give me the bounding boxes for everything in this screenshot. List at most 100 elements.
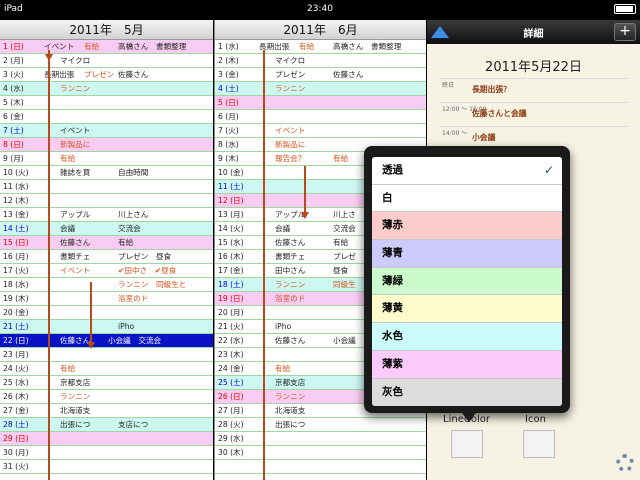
event-text[interactable]: 佐藤さん [60,334,90,347]
event-text[interactable]: 高橋さん 書類整理 [333,40,401,53]
day-row[interactable]: 12 (木) [0,194,213,208]
event-text[interactable]: 有給 [275,362,290,375]
event-text[interactable]: 会議 [60,222,75,235]
event-text[interactable]: 交流会 [333,222,356,235]
event-text[interactable]: 新製品に [60,138,90,151]
event-text[interactable]: 佐藤さん [275,236,305,249]
event-text[interactable]: 佐藤さん [275,334,305,347]
day-row[interactable]: 29 (水) [215,432,426,446]
day-row[interactable]: 21 (土) iPho [0,320,213,334]
event-text[interactable]: 自由時間 [118,166,148,179]
gear-icon[interactable] [616,454,634,472]
event-text[interactable]: 交流会 [118,222,141,235]
event-text[interactable]: 昼食 [333,264,348,277]
event-text[interactable]: 高橋さん 書類整理 [118,40,186,53]
day-row[interactable]: 5 (日) [215,96,426,110]
event-text[interactable]: ランニン [60,390,90,403]
event-text[interactable]: ✔田中さ ✔昼食 [118,264,176,277]
day-row[interactable]: 10 (火) 雑誌を買 自由時間 [0,166,213,180]
event-text[interactable]: 有給 [333,152,348,165]
day-row[interactable]: 30 (月) [0,446,213,460]
day-row[interactable]: 8 (日) 新製品に [0,138,213,152]
day-row[interactable]: 4 (土) ランニン [215,82,426,96]
day-row[interactable]: 29 (日) [0,432,213,446]
event-text[interactable]: 京都支店 [275,376,305,389]
day-row[interactable]: 2 (木) マイクロ [215,54,426,68]
event-text[interactable]: イベント [60,124,90,137]
day-row[interactable]: 1 (水) 長期出張 有給 高橋さん 書類整理 [215,40,426,54]
event-text[interactable]: 佐藤さん [333,68,363,81]
day-row[interactable]: 20 (金) [0,306,213,320]
event-text[interactable]: 支店につ [118,418,148,431]
event-text[interactable]: ランニン [275,82,305,95]
day-row[interactable]: 6 (金) [0,110,213,124]
color-option[interactable]: 透過 ✓ [372,157,562,185]
event-text[interactable]: 田中さん [275,264,305,277]
month-column-may[interactable]: 2011年 5月 1 (日) イベント 有給 高橋さん 書類整理 2 (月) マイクロ 3 … [0,20,213,480]
day-row[interactable]: 7 (火) イベント [215,124,426,138]
event-text[interactable]: 有給 [84,40,99,53]
event-text[interactable]: 浴室のド [275,292,305,305]
day-row[interactable]: 23 (月) [0,348,213,362]
color-option[interactable]: 水色 [372,323,562,351]
event-text[interactable]: 北海道支 [275,404,305,417]
day-row[interactable]: 13 (金) アップル 川上さん [0,208,213,222]
day-row[interactable]: 30 (木) [215,446,426,460]
day-row[interactable]: 25 (水) 京都支店 [0,376,213,390]
event-text[interactable]: 有給 [333,236,348,249]
day-row[interactable]: 9 (月) 有給 [0,152,213,166]
event-text[interactable]: iPho [118,320,134,333]
day-row[interactable]: 28 (土) 出張につ 支店につ [0,418,213,432]
event-text[interactable]: プレゼン [275,68,305,81]
add-button[interactable]: + [614,23,636,41]
event-text[interactable]: 京都支店 [60,376,90,389]
event-text[interactable]: 小会議 交流会 [108,334,161,347]
day-row[interactable]: 31 (火) [0,460,213,474]
event-text[interactable]: 北海道支 [60,404,90,417]
event-text[interactable]: 出張につ [275,418,305,431]
day-row[interactable]: 18 (水) ランニン 同級生と [0,278,213,292]
day-row[interactable]: 17 (火) イベント ✔田中さ ✔昼食 [0,264,213,278]
color-option[interactable]: 白 [372,184,562,213]
event-text[interactable]: 有給 [60,152,75,165]
day-row[interactable]: 3 (金) プレゼン 佐藤さん [215,68,426,82]
event-text[interactable]: 会議 [275,222,290,235]
day-row[interactable]: 4 (水) ランニン [0,82,213,96]
event-text[interactable]: プレゼ [333,250,356,263]
event-text[interactable]: 出張につ [60,418,90,431]
event-text[interactable]: 有給 [299,40,314,53]
event-text[interactable]: 書類チェ [275,250,305,263]
day-row[interactable]: 27 (金) 北海道支 [0,404,213,418]
day-row[interactable]: 16 (月) 書類チェ プレゼン 昼食 [0,250,213,264]
color-option[interactable]: 薄緑 [372,267,562,296]
day-row[interactable]: 28 (火) 出張につ [215,418,426,432]
event-text[interactable]: ランニン [275,278,305,291]
color-option[interactable]: 灰色 [372,378,562,406]
event-text[interactable]: マイクロ [275,54,305,67]
color-option[interactable]: 薄青 [372,240,562,268]
event-text[interactable]: 雑誌を買 [60,166,90,179]
day-row[interactable]: 26 (木) ランニン [0,390,213,404]
event-text[interactable]: 書類チェ [60,250,90,263]
event-text[interactable]: 佐藤さん [60,236,90,249]
event-text[interactable]: 新製品に [275,138,305,151]
event-text[interactable]: 川上さん [118,208,148,221]
event-text[interactable]: 浴室のド [118,292,148,305]
event-text[interactable]: ランニン [60,82,90,95]
day-row[interactable]: 3 (火) 長期出張 プレゼン 佐藤さん [0,68,213,82]
day-row[interactable]: 19 (木) 浴室のド [0,292,213,306]
icon-swatch[interactable] [523,430,555,458]
event-text[interactable]: プレゼン [84,68,114,81]
event-text[interactable]: イベント [60,264,90,277]
color-option[interactable]: 薄黄 [372,295,562,324]
event-text[interactable]: 有給 [60,362,75,375]
event-text[interactable]: ランニン [275,390,305,403]
day-list[interactable]: 1 (日) イベント 有給 高橋さん 書類整理 2 (月) マイクロ 3 (火) 長期出張 プレ… [0,40,213,474]
day-row[interactable]: 24 (火) 有給 [0,362,213,376]
day-row[interactable]: 1 (日) イベント 有給 高橋さん 書類整理 [0,40,213,54]
event-text[interactable]: 同級生 [333,278,356,291]
event-text[interactable]: iPho [275,320,291,333]
day-row[interactable]: 22 (日) 佐藤さん 小会議 交流会 [0,334,213,348]
color-option[interactable]: 薄赤 [372,212,562,241]
day-row[interactable]: 7 (土) イベント [0,124,213,138]
